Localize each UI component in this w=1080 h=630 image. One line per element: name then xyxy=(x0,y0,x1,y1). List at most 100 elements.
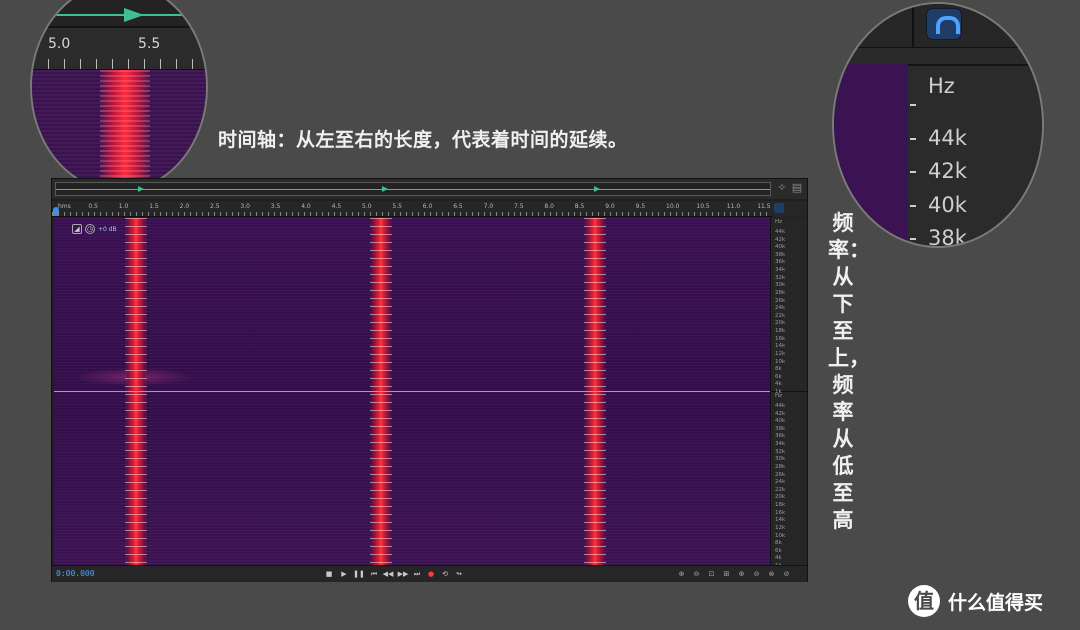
hz-label: 12k xyxy=(775,350,786,357)
volume-knob-icon[interactable]: ◷ xyxy=(85,224,95,234)
hz-label: 44k xyxy=(928,126,967,150)
overview-bar: ✧ ▤ xyxy=(52,179,807,199)
record-icon[interactable]: ● xyxy=(425,569,437,580)
zoom-all-icon[interactable]: ⊘ xyxy=(781,569,792,580)
play-icon[interactable]: ▶ xyxy=(338,569,350,580)
site-logo-icon: 值 xyxy=(908,585,940,617)
ruler-tick-label: 4.0 xyxy=(301,203,311,210)
pause-icon[interactable]: ❚❚ xyxy=(353,569,365,580)
ruler-tick-label: 3.0 xyxy=(240,203,250,210)
ruler-tick-label: 8.0 xyxy=(544,203,554,210)
spectrogram-view[interactable]: ◢ ◷ +0 dB xyxy=(54,218,770,565)
ruler-tick-label: hms xyxy=(58,203,71,210)
overview-strip xyxy=(32,0,206,28)
zoom-to-selection-icon[interactable]: ⊡ xyxy=(706,569,717,580)
ruler-tick-label: 10.5 xyxy=(696,203,710,210)
clip-hud[interactable]: ◢ ◷ +0 dB xyxy=(72,223,117,235)
hz-label: 28k xyxy=(775,463,786,470)
rewind-icon[interactable]: ◀◀ xyxy=(382,569,394,580)
hz-label: 10k xyxy=(775,532,786,539)
transport-bar: 0:00.000 ■ ▶ ❚❚ ⏮ ◀◀ ▶▶ ⏭ ● ⟲ ↬ ⊕ ⊖ ⊡ ⊞ … xyxy=(52,565,807,582)
ruler-tick-label: 5.5 xyxy=(392,203,402,210)
zoom-in-time-icon[interactable]: ⊞ xyxy=(721,569,732,580)
overview-waveform-line xyxy=(56,189,770,190)
hz-label: 30k xyxy=(775,456,786,463)
hz-tick xyxy=(910,238,916,240)
hz-label: 6k xyxy=(775,373,782,380)
ruler-tick-label: 1.0 xyxy=(118,203,129,210)
time-axis-magnifier: 5.0 5.5 xyxy=(30,0,208,192)
overview-marker-icon xyxy=(124,8,144,22)
hz-label: 42k xyxy=(775,410,786,417)
zoom-full-icon[interactable]: ⊗ xyxy=(766,569,777,580)
magnified-time-ruler: 5.0 5.5 xyxy=(32,30,206,70)
overview-scrollbar[interactable] xyxy=(55,182,771,196)
hz-label: 14k xyxy=(775,517,786,524)
frequency-axis-magnifier: Hz 44k 42k 40k 38k xyxy=(832,2,1044,248)
ruler-tick-label: 4.5 xyxy=(331,203,342,210)
hz-label: 38k xyxy=(928,226,967,248)
hz-label: 32k xyxy=(775,448,786,455)
hz-label: 6k xyxy=(775,547,782,554)
zoom-in-icon[interactable]: ⊕ xyxy=(736,569,747,580)
ruler-tick-label: 7.0 xyxy=(483,203,494,210)
go-to-end-icon[interactable]: ⏭ xyxy=(411,569,423,580)
headphones-icon[interactable] xyxy=(774,203,784,213)
menu-icon[interactable]: ▤ xyxy=(791,182,803,194)
hz-label: 40k xyxy=(775,418,786,425)
skip-icon[interactable]: ↬ xyxy=(453,569,465,580)
ruler-tick-label: 0.5 xyxy=(88,203,98,210)
hz-label: 44k xyxy=(775,403,786,409)
hz-label: 38k xyxy=(775,425,786,432)
go-to-start-icon[interactable]: ⏮ xyxy=(368,569,380,580)
hz-label: 18k xyxy=(775,502,786,509)
ruler-tick-label: 8.5 xyxy=(574,203,585,210)
magnified-sound-burst xyxy=(100,70,150,190)
hz-label: 40k xyxy=(928,193,967,217)
fast-forward-icon[interactable]: ▶▶ xyxy=(397,569,409,580)
gain-readout: +0 dB xyxy=(98,225,117,233)
hz-label: 34k xyxy=(775,267,786,274)
gain-icon[interactable]: ◢ xyxy=(72,224,82,234)
zoom-in-amplitude-icon[interactable]: ⊕ xyxy=(676,569,687,580)
hz-label: 14k xyxy=(775,343,786,350)
hz-label: 22k xyxy=(775,486,786,493)
spectral-editor-panel: ✧ ▤ hms 0.5 1.0 1.5 2.0 2.5 3.0 3.5 4.0 4.5 5.0 5.5… xyxy=(51,178,808,582)
ruler-tick-label: 5.0 xyxy=(362,203,372,210)
ruler-tick-label: 10.0 xyxy=(666,203,680,210)
hz-label: 36k xyxy=(775,433,786,440)
magnified-spectrogram xyxy=(32,70,206,190)
hz-label: 38k xyxy=(775,251,786,258)
hz-label: 24k xyxy=(775,305,786,312)
zoom-out-icon[interactable]: ⊖ xyxy=(751,569,762,580)
hz-label: 4k xyxy=(775,555,782,562)
time-display[interactable]: 0:00.000 xyxy=(56,569,95,578)
site-watermark: 值 什么值得买 xyxy=(908,585,1043,617)
time-ruler[interactable]: hms 0.5 1.0 1.5 2.0 2.5 3.0 3.5 4.0 4.5 5.0 5.5 6.0 6… xyxy=(52,201,772,217)
zoom-out-amplitude-icon[interactable]: ⊖ xyxy=(691,569,702,580)
overview-line xyxy=(32,14,206,16)
site-name: 什么值得买 xyxy=(948,591,1044,614)
hz-label: 10k xyxy=(775,358,786,365)
hz-label: 42k xyxy=(775,236,786,243)
hz-label: 26k xyxy=(775,297,786,304)
headphones-icon xyxy=(926,8,962,40)
time-axis-caption: 时间轴：从左至右的长度，代表着时间的延续。 xyxy=(218,129,628,151)
overview-marker-icon xyxy=(382,186,388,192)
stop-icon[interactable]: ■ xyxy=(323,569,335,580)
channel-separator xyxy=(54,391,770,392)
ruler-ticks xyxy=(52,212,772,216)
ruler-ticks xyxy=(32,59,206,69)
loop-icon[interactable]: ⟲ xyxy=(439,569,451,580)
chevron-down-icon xyxy=(1022,54,1036,61)
hz-label: 34k xyxy=(775,441,786,448)
pin-icon[interactable]: ✧ xyxy=(776,182,788,194)
overview-marker-icon xyxy=(138,186,144,192)
hz-tick xyxy=(910,171,916,173)
hz-label: 32k xyxy=(775,274,786,281)
hz-label: 8k xyxy=(775,540,782,547)
hz-label: 42k xyxy=(928,159,967,183)
hz-tick xyxy=(910,104,916,106)
ruler-tick-label: 6.5 xyxy=(453,203,463,210)
hz-label: 18k xyxy=(775,328,786,335)
